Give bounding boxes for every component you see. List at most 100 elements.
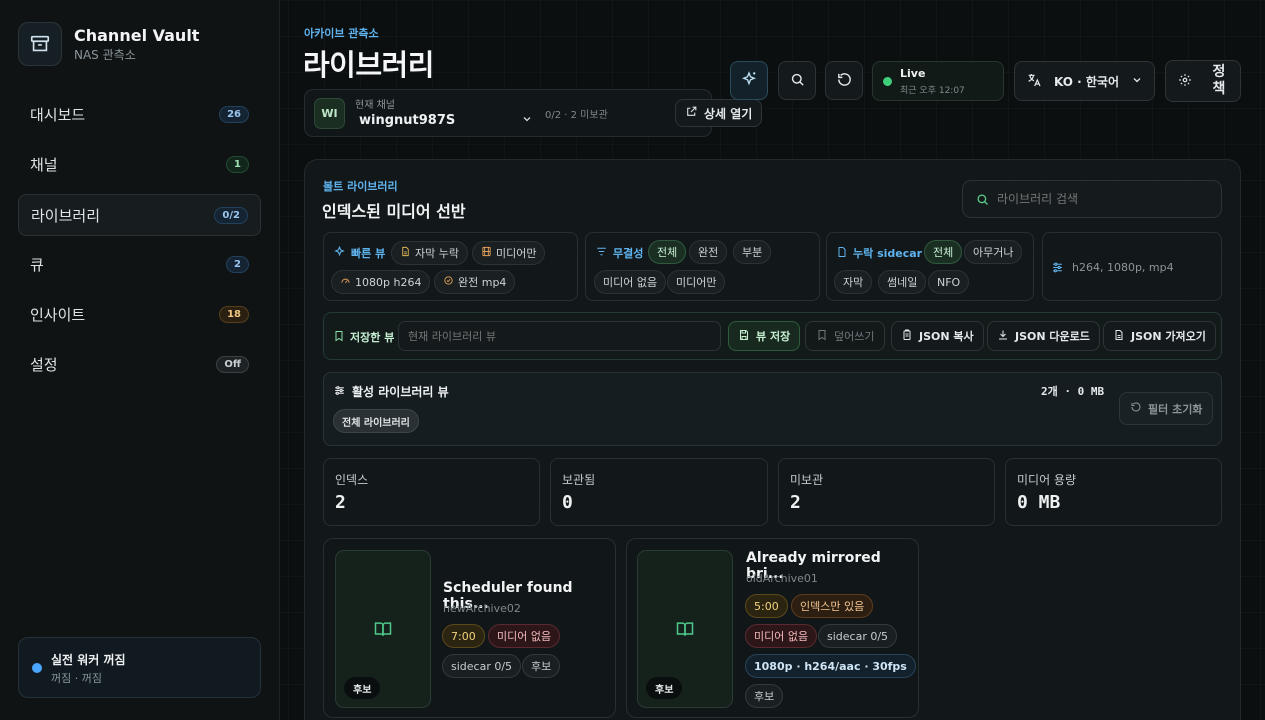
stat-label: 인덱스 (335, 473, 369, 487)
search-icon (975, 192, 990, 210)
stat-value: 2 (790, 492, 801, 513)
sidebar-item-library[interactable]: 라이브러리 0/2 (18, 194, 261, 236)
channel-selector[interactable]: WI 현재 채널 wingnut987S 0/2 · 2 미보관 (304, 89, 712, 137)
save-view-button[interactable]: 뷰 저장 (728, 321, 801, 351)
sliders-icon (333, 384, 346, 400)
quick-chip-missing-subtitles[interactable]: 자막 누락 (391, 241, 468, 265)
quick-view-label: 빠른 뷰 (351, 247, 386, 260)
media-card[interactable]: 후보 Already mirrored bri... oldArchive01 … (626, 538, 919, 718)
sidebar-item-queue[interactable]: 큐 2 (18, 243, 261, 285)
candidate-badge: 후보 (344, 677, 381, 699)
quick-view-header: 빠른 뷰 (333, 245, 385, 261)
index-only-badge: 인덱스만 있음 (791, 594, 874, 618)
brand-title: Channel Vault (74, 26, 200, 45)
worker-status-sub: 꺼짐 · 꺼짐 (51, 672, 102, 685)
integrity-chip-no-media[interactable]: 미디어 없음 (594, 270, 667, 294)
reset-filters-button[interactable]: 필터 초기화 (1119, 392, 1214, 425)
sidebar-item-dashboard[interactable]: 대시보드 26 (18, 93, 261, 135)
sidecar-chip-thumbnail[interactable]: 썸네일 (878, 270, 927, 294)
sidecar-badge: sidecar 0/5 (442, 654, 522, 678)
candidate-tag: 후보 (745, 684, 784, 708)
film-icon (481, 246, 492, 260)
gear-icon (1178, 73, 1192, 90)
stat-value: 0 MB (1017, 492, 1061, 513)
download-icon (997, 329, 1009, 344)
sidecar-chip-subtitles[interactable]: 자막 (834, 270, 873, 294)
media-archive-name: newArchive02 (443, 602, 521, 615)
media-thumbnail: 후보 (637, 550, 733, 708)
sidebar-item-label: 인사이트 (30, 305, 86, 324)
media-card[interactable]: 후보 Scheduler found this... newArchive02 … (323, 538, 616, 718)
stat-media-size: 미디어 용량 0 MB (1005, 458, 1222, 526)
policy-button[interactable]: 정책 (1165, 60, 1241, 102)
integrity-chip-partial[interactable]: 부분 (733, 240, 772, 264)
overwrite-button[interactable]: 덮어쓰기 (805, 321, 886, 351)
stat-archived: 보관됨 0 (550, 458, 768, 526)
sidebar-item-label: 채널 (30, 155, 58, 174)
stat-unarchived: 미보관 2 (778, 458, 995, 526)
sidebar-item-channels[interactable]: 채널 1 (18, 143, 261, 185)
external-link-icon (685, 105, 698, 121)
active-view-chip[interactable]: 전체 라이브러리 (333, 409, 419, 433)
library-search-input[interactable] (997, 189, 1207, 209)
integrity-chip-all[interactable]: 전체 (648, 240, 687, 264)
status-badge: Off (216, 355, 249, 373)
worker-status-card[interactable]: 실전 워커 꺼짐 꺼짐 · 꺼짐 (18, 637, 261, 698)
copy-json-button[interactable]: JSON 복사 (891, 321, 984, 351)
sidebar-item-label: 라이브러리 (31, 206, 101, 225)
live-time: 최근 오후 12:07 (900, 86, 965, 96)
sidebar: Channel Vault NAS 관측소 대시보드 26 채널 1 라이브러리… (0, 0, 280, 720)
import-json-button[interactable]: JSON 가져오기 (1103, 321, 1216, 351)
media-thumbnail: 후보 (335, 550, 431, 708)
count-badge: 2 (226, 255, 249, 273)
format-filter[interactable]: h264, 1080p, mp4 (1042, 232, 1222, 301)
integrity-chip-media-only[interactable]: 미디어만 (667, 270, 726, 294)
sidecar-chip-any[interactable]: 아무거나 (964, 240, 1023, 264)
saved-view-name-input[interactable] (398, 321, 721, 351)
library-search[interactable] (962, 180, 1222, 218)
bookmark-icon (816, 329, 828, 344)
sidebar-item-settings[interactable]: 설정 Off (18, 343, 261, 385)
candidate-tag: 후보 (522, 654, 561, 678)
sidebar-item-insights[interactable]: 인사이트 18 (18, 293, 261, 335)
download-json-button[interactable]: JSON 다운로드 (987, 321, 1100, 351)
brand-subtitle: NAS 관측소 (74, 48, 136, 62)
active-view-label: 활성 라이브러리 뷰 (352, 385, 449, 399)
count-badge: 26 (219, 105, 249, 123)
refresh-icon (836, 71, 853, 91)
chevron-down-icon (1131, 74, 1143, 89)
sidecar-label: 누락 sidecar (853, 247, 923, 260)
quick-chip-1080p-h264[interactable]: 1080p h264 (331, 270, 431, 294)
sidecar-chip-nfo[interactable]: NFO (928, 270, 970, 294)
library-title: 인덱스된 미디어 선반 (322, 202, 466, 221)
file-import-icon (1113, 329, 1125, 344)
quick-chip-complete-mp4[interactable]: 완전 mp4 (434, 270, 516, 294)
sidecar-chip-all[interactable]: 전체 (924, 240, 963, 264)
search-icon (789, 71, 806, 91)
format-badge: 1080p · h264/aac · 30fps (745, 654, 916, 678)
channel-avatar: WI (314, 98, 345, 129)
integrity-chip-complete[interactable]: 완전 (689, 240, 728, 264)
chevron-down-icon[interactable] (521, 113, 533, 128)
sidecar-filter: 누락 sidecar 전체 아무거나 자막 썸네일 NFO (826, 232, 1034, 301)
live-status[interactable]: Live 최근 오후 12:07 (872, 61, 1004, 101)
live-dot-icon (883, 77, 892, 86)
worker-status-title: 실전 워커 꺼짐 (51, 653, 126, 667)
language-select[interactable]: KO · 한국어 (1014, 61, 1155, 101)
status-dot-icon (32, 663, 42, 673)
library-eyebrow: 볼트 라이브러리 (323, 180, 398, 193)
translate-icon (1026, 72, 1042, 91)
language-label: KO · 한국어 (1054, 74, 1119, 89)
channel-meta: 0/2 · 2 미보관 (545, 110, 608, 121)
quick-chip-media-only[interactable]: 미디어만 (472, 241, 546, 265)
duration-badge: 7:00 (442, 624, 485, 648)
sparkle-button[interactable] (730, 61, 768, 100)
candidate-badge: 후보 (646, 677, 683, 699)
saved-view-label: 저장한 뷰 (350, 331, 395, 344)
open-detail-button[interactable]: 상세 열기 (675, 99, 763, 127)
page-title: 라이브러리 (303, 48, 434, 82)
check-circle-icon (443, 275, 454, 289)
search-button[interactable] (778, 61, 816, 100)
refresh-button[interactable] (825, 61, 863, 100)
status-badge: 미디어 없음 (488, 624, 561, 648)
